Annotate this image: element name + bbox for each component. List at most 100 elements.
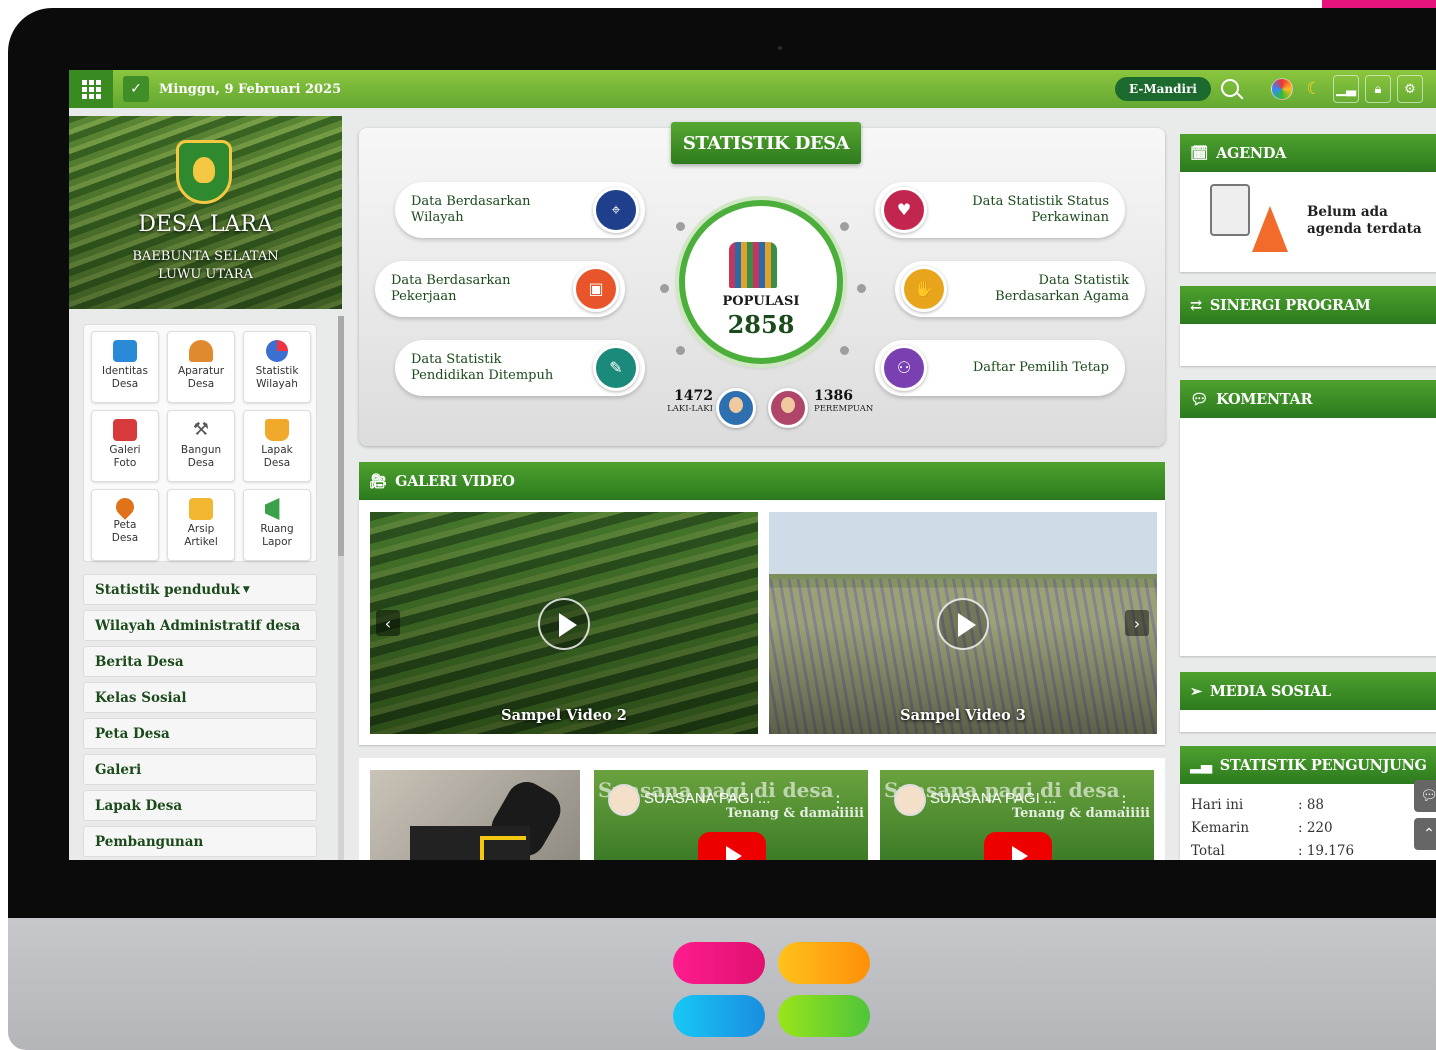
moon-icon[interactable]: ☾: [1301, 75, 1327, 103]
tile-aparatur-desa[interactable]: Aparatur Desa: [167, 331, 235, 403]
caret-down-icon: ▼: [242, 584, 250, 595]
signal-bars-icon[interactable]: ▁▃: [1333, 75, 1359, 103]
menu-wilayah-administratif[interactable]: Wilayah Administratif desa: [83, 610, 317, 641]
tile-identitas-desa[interactable]: Identitas Desa: [91, 331, 159, 403]
female-stat: 1386 PEREMPUAN: [814, 388, 873, 414]
district-name: BAEBUNTA SELATAN: [132, 249, 279, 264]
male-stat: 1472 LAKI-LAKI: [655, 388, 713, 414]
visitor-label-total: Total: [1191, 843, 1225, 859]
regency-name: LUWU UTARA: [158, 267, 253, 282]
youtube-embed[interactable]: Suasana pagi di desa SUASANA PAGI ... ⋮ …: [594, 770, 868, 860]
top-bar: ✓ Minggu, 9 Februari 2025 E-Mandiri ☾ ▁▃…: [69, 70, 1436, 108]
menu-pembangunan[interactable]: Pembangunan: [83, 826, 317, 857]
yt-subtitle-text: Tenang & damaiiiii: [1011, 806, 1150, 821]
menu-kelas-sosial[interactable]: Kelas Sosial: [83, 682, 317, 713]
stat-link-agama[interactable]: ✋ Data Statistik Berdasarkan Agama: [895, 261, 1145, 317]
tile-label-line1: Statistik: [255, 365, 299, 377]
toolbar-icons: ☾ ▁▃ 🔒︎ ⚙: [1269, 75, 1423, 103]
pie-chart-icon: [266, 340, 288, 362]
youtube-embed[interactable]: Suasana pagi di desa SUASANA PAGI ... ⋮ …: [880, 770, 1154, 860]
comment-icon: 💬︎: [1190, 390, 1209, 408]
menu-peta-desa[interactable]: Peta Desa: [83, 718, 317, 749]
menu-galeri[interactable]: Galeri: [83, 754, 317, 785]
tile-label-line1: Peta: [113, 519, 137, 531]
e-mandiri-button[interactable]: E-Mandiri: [1115, 77, 1211, 101]
people-group-icon: [729, 242, 777, 288]
sinergi-program-body: [1180, 324, 1436, 366]
tile-label-line1: Aparatur: [177, 365, 225, 377]
komentar-header: 💬︎ KOMENTAR: [1180, 380, 1436, 418]
video-card[interactable]: › Sampel Video 3: [769, 512, 1157, 734]
population-label: POPULASI: [722, 294, 800, 309]
komentar-body: [1180, 418, 1436, 656]
group-icon: ⚇: [881, 345, 927, 391]
stat-link-label: Data Berdasarkan Wilayah: [411, 194, 531, 225]
tile-arsip-artikel[interactable]: Arsip Artikel: [167, 489, 235, 561]
menu-berita-desa[interactable]: Berita Desa: [83, 646, 317, 677]
tile-ruang-lapor[interactable]: Ruang Lapor: [243, 489, 311, 561]
sidebar-scroll-thumb[interactable]: [338, 316, 344, 556]
search-icon[interactable]: [1221, 79, 1239, 97]
chat-float-button[interactable]: 💬︎: [1414, 780, 1436, 812]
village-banner: DESA LARA BAEBUNTA SELATAN LUWU UTARA: [69, 116, 342, 309]
tile-label-line2: Desa: [111, 532, 139, 544]
reader-icon: ✎: [593, 345, 639, 391]
tile-bangun-desa[interactable]: ⚒ Bangun Desa: [167, 410, 235, 482]
stat-link-perkawinan[interactable]: ♥ Data Statistik Status Perkawinan: [875, 182, 1125, 238]
visitor-label-yesterday: Kemarin: [1191, 820, 1250, 836]
visitor-value-today: : 88: [1298, 797, 1325, 813]
logo-pill-pink: [673, 942, 765, 984]
gear-icon[interactable]: ⚙: [1397, 75, 1423, 103]
tile-galeri-foto[interactable]: Galeri Foto: [91, 410, 159, 482]
camera-icon: [113, 419, 137, 441]
logo-pill-blue: [673, 995, 765, 1037]
tile-peta-desa[interactable]: Peta Desa: [91, 489, 159, 561]
scroll-top-button[interactable]: ⌃: [1414, 818, 1436, 850]
video-card[interactable]: ‹ Sampel Video 2: [370, 512, 758, 734]
tile-label-line2: Lapor: [262, 536, 292, 548]
website-screen: ✓ Minggu, 9 Februari 2025 E-Mandiri ☾ ▁▃…: [69, 70, 1436, 860]
stat-link-wilayah[interactable]: Data Berdasarkan Wilayah ⌖: [395, 182, 645, 238]
yt-subtitle-text: Tenang & damaiiiii: [725, 806, 864, 821]
traffic-cone-icon: [1252, 206, 1288, 252]
stat-link-label: Data Berdasarkan Pekerjaan: [391, 273, 511, 304]
youtube-play-icon[interactable]: [984, 832, 1052, 860]
menu-statistik-penduduk[interactable]: Statistik penduduk ▼: [83, 574, 317, 605]
quick-menu-tiles: Identitas Desa Aparatur Desa Statistik W…: [83, 324, 317, 562]
stat-link-pemilih-tetap[interactable]: ⚇ Daftar Pemilih Tetap: [875, 340, 1125, 396]
chat-bubbles-icon: [113, 340, 137, 362]
lock-icon[interactable]: 🔒︎: [1365, 75, 1391, 103]
connector-dot: [840, 346, 849, 355]
menu-lapak-desa[interactable]: Lapak Desa: [83, 790, 317, 821]
apps-menu-button[interactable]: [69, 70, 113, 108]
female-count: 1386: [814, 388, 853, 404]
chevron-left-icon[interactable]: ‹: [376, 610, 400, 636]
camera-dot: [778, 46, 782, 50]
empty-agenda-illustration: [1210, 184, 1250, 236]
tile-statistik-wilayah[interactable]: Statistik Wilayah: [243, 331, 311, 403]
male-count: 1472: [674, 388, 713, 404]
population-total: 2858: [727, 310, 795, 339]
handshake-icon: ⇄: [1190, 296, 1202, 314]
statistik-pengunjung-header: ▂▄ STATISTIK PENGUNJUNG: [1180, 746, 1436, 784]
praying-hands-icon: ✋: [901, 266, 947, 312]
female-label: PEREMPUAN: [814, 404, 874, 414]
stat-link-pekerjaan[interactable]: Data Berdasarkan Pekerjaan ▣: [375, 261, 625, 317]
tile-lapak-desa[interactable]: Lapak Desa: [243, 410, 311, 482]
visitor-value-yesterday: : 220: [1298, 820, 1333, 836]
stat-link-pendidikan[interactable]: Data Statistik Pendidikan Ditempuh ✎: [395, 340, 645, 396]
bar-chart-icon: ▂▄: [1190, 756, 1212, 774]
agenda-empty-text: Belum ada agenda terdata: [1307, 204, 1422, 237]
camera-thumbnail[interactable]: [370, 770, 580, 860]
focus-bracket-shape: [480, 836, 526, 860]
play-icon[interactable]: [937, 598, 989, 650]
galeri-video-title: GALERI VIDEO: [395, 472, 515, 490]
video-camera-icon: 🎥︎: [369, 472, 388, 490]
youtube-play-icon[interactable]: [698, 832, 766, 860]
komentar-title: KOMENTAR: [1216, 390, 1313, 408]
play-icon[interactable]: [538, 598, 590, 650]
visitor-value-total: : 19.176: [1298, 843, 1355, 859]
chevron-right-icon[interactable]: ›: [1125, 610, 1149, 636]
color-palette-icon[interactable]: [1271, 78, 1293, 100]
female-avatar-icon: [768, 388, 808, 428]
